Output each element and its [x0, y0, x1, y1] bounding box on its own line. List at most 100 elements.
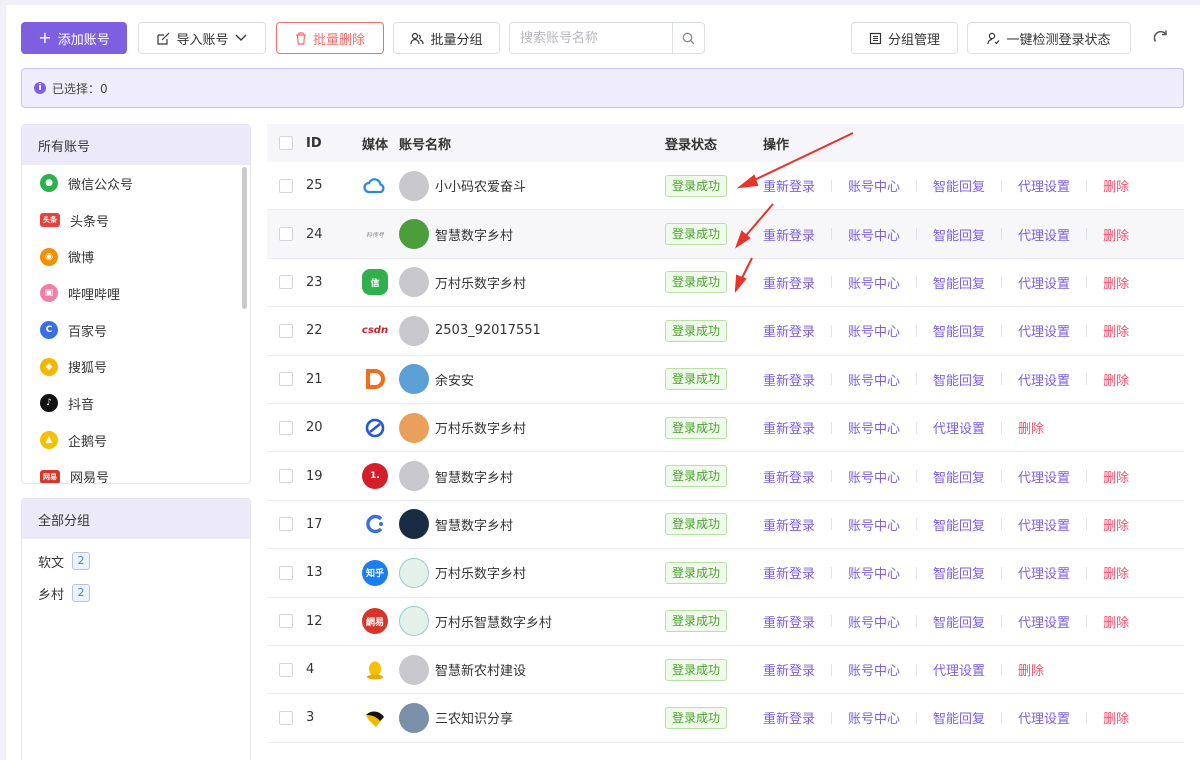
check-login-button[interactable]: 一键检测登录状态 [967, 22, 1131, 54]
proxy-settings-link[interactable]: 代理设置 [1018, 612, 1070, 631]
relogin-link[interactable]: 重新登录 [763, 225, 815, 244]
users-icon [410, 32, 425, 44]
group-manage-button[interactable]: 分组管理 [851, 22, 958, 54]
smart-reply-link[interactable]: 智能回复 [933, 273, 985, 292]
scrollbar[interactable] [242, 167, 247, 309]
delete-link[interactable]: 删除 [1018, 660, 1044, 679]
account-center-link[interactable]: 账号中心 [848, 273, 900, 292]
row-checkbox[interactable] [278, 614, 293, 629]
account-center-link[interactable]: 账号中心 [848, 418, 900, 437]
relogin-link[interactable]: 重新登录 [763, 660, 815, 679]
row-checkbox[interactable] [278, 323, 293, 338]
delete-link[interactable]: 删除 [1103, 612, 1129, 631]
relogin-link[interactable]: 重新登录 [763, 515, 815, 534]
smart-reply-link[interactable]: 智能回复 [933, 370, 985, 389]
relogin-link[interactable]: 重新登录 [763, 708, 815, 727]
relogin-link[interactable]: 重新登录 [763, 176, 815, 195]
divider [1001, 566, 1003, 579]
delete-link[interactable]: 删除 [1103, 321, 1129, 340]
search-input[interactable] [510, 23, 672, 53]
row-checkbox[interactable] [278, 565, 293, 580]
proxy-settings-link[interactable]: 代理设置 [1018, 370, 1070, 389]
smart-reply-link[interactable]: 智能回复 [933, 612, 985, 631]
delete-link[interactable]: 删除 [1103, 225, 1129, 244]
account-center-link[interactable]: 账号中心 [848, 370, 900, 389]
row-checkbox[interactable] [278, 275, 293, 290]
smart-reply-link[interactable]: 智能回复 [933, 176, 985, 195]
smart-reply-link[interactable]: 智能回复 [933, 321, 985, 340]
divider [831, 663, 833, 676]
smart-reply-link[interactable]: 智能回复 [933, 467, 985, 486]
account-center-link[interactable]: 账号中心 [848, 660, 900, 679]
group-item[interactable]: 软文 2 [22, 545, 250, 577]
proxy-settings-link[interactable]: 代理设置 [1018, 321, 1070, 340]
delete-link[interactable]: 删除 [1103, 370, 1129, 389]
batch-delete-button[interactable]: 批量删除 [276, 22, 384, 54]
relogin-link[interactable]: 重新登录 [763, 612, 815, 631]
refresh-icon[interactable] [1151, 28, 1171, 48]
row-checkbox[interactable] [278, 227, 293, 242]
row-checkbox[interactable] [278, 372, 293, 387]
media-item[interactable]: C 百家号 [22, 312, 250, 349]
delete-link[interactable]: 删除 [1103, 273, 1129, 292]
proxy-settings-link[interactable]: 代理设置 [1018, 225, 1070, 244]
media-item[interactable]: ♪ 抖音 [22, 385, 250, 422]
delete-link[interactable]: 删除 [1103, 515, 1129, 534]
smart-reply-link[interactable]: 智能回复 [933, 563, 985, 582]
account-center-link[interactable]: 账号中心 [848, 467, 900, 486]
select-all-checkbox[interactable] [278, 136, 293, 150]
weibo-icon: ◉ [40, 247, 58, 266]
delete-link[interactable]: 删除 [1103, 176, 1129, 195]
smart-reply-link[interactable]: 智能回复 [933, 225, 985, 244]
proxy-settings-link[interactable]: 代理设置 [1018, 467, 1070, 486]
import-account-button[interactable]: 导入账号 [138, 22, 266, 54]
proxy-settings-link[interactable]: 代理设置 [1018, 563, 1070, 582]
row-checkbox[interactable] [278, 517, 293, 532]
media-item[interactable]: 头条 头条号 [22, 202, 250, 239]
proxy-settings-link[interactable]: 代理设置 [1018, 708, 1070, 727]
delete-link[interactable]: 删除 [1103, 708, 1129, 727]
relogin-link[interactable]: 重新登录 [763, 273, 815, 292]
media-item[interactable]: ◆ 搜狐号 [22, 348, 250, 385]
relogin-link[interactable]: 重新登录 [763, 418, 815, 437]
smart-reply-link[interactable]: 智能回复 [933, 708, 985, 727]
proxy-settings-link[interactable]: 代理设置 [1018, 176, 1070, 195]
account-center-link[interactable]: 账号中心 [848, 612, 900, 631]
media-panel-title[interactable]: 所有账号 [22, 125, 250, 165]
proxy-settings-link[interactable]: 代理设置 [933, 418, 985, 437]
media-item[interactable]: ◉ 微博 [22, 238, 250, 275]
proxy-settings-link[interactable]: 代理设置 [1018, 515, 1070, 534]
table-row: 22 csdn 2503_92017551 登录成功 重新登录 账号中心 智能回复 代理设置 删… [267, 307, 1184, 356]
row-checkbox[interactable] [278, 178, 293, 193]
relogin-link[interactable]: 重新登录 [763, 467, 815, 486]
search-button[interactable] [672, 23, 704, 53]
media-item[interactable]: 网易 网易号 [22, 459, 250, 483]
row-checkbox[interactable] [278, 710, 293, 725]
row-checkbox[interactable] [278, 662, 293, 677]
account-center-link[interactable]: 账号中心 [848, 225, 900, 244]
relogin-link[interactable]: 重新登录 [763, 563, 815, 582]
relogin-link[interactable]: 重新登录 [763, 321, 815, 340]
delete-link[interactable]: 删除 [1018, 418, 1044, 437]
proxy-settings-link[interactable]: 代理设置 [933, 660, 985, 679]
delete-link[interactable]: 删除 [1103, 563, 1129, 582]
batch-group-button[interactable]: 批量分组 [393, 22, 500, 54]
relogin-link[interactable]: 重新登录 [763, 370, 815, 389]
row-checkbox[interactable] [278, 469, 293, 484]
smart-reply-link[interactable]: 智能回复 [933, 515, 985, 534]
login-status-badge: 登录成功 [665, 319, 728, 342]
account-center-link[interactable]: 账号中心 [848, 321, 900, 340]
proxy-settings-link[interactable]: 代理设置 [1018, 273, 1070, 292]
media-item[interactable]: ▲ 企鹅号 [22, 422, 250, 459]
add-account-button[interactable]: + 添加账号 [21, 22, 127, 54]
media-item[interactable]: ▣ 哔哩哔哩 [22, 275, 250, 312]
row-checkbox[interactable] [278, 420, 293, 435]
account-center-link[interactable]: 账号中心 [848, 708, 900, 727]
media-item[interactable]: ● 微信公众号 [22, 165, 250, 202]
delete-link[interactable]: 删除 [1103, 467, 1129, 486]
group-item[interactable]: 乡村 2 [22, 577, 250, 609]
account-center-link[interactable]: 账号中心 [848, 515, 900, 534]
account-center-link[interactable]: 账号中心 [848, 176, 900, 195]
account-center-link[interactable]: 账号中心 [848, 563, 900, 582]
group-panel-title[interactable]: 全部分组 [22, 499, 250, 539]
